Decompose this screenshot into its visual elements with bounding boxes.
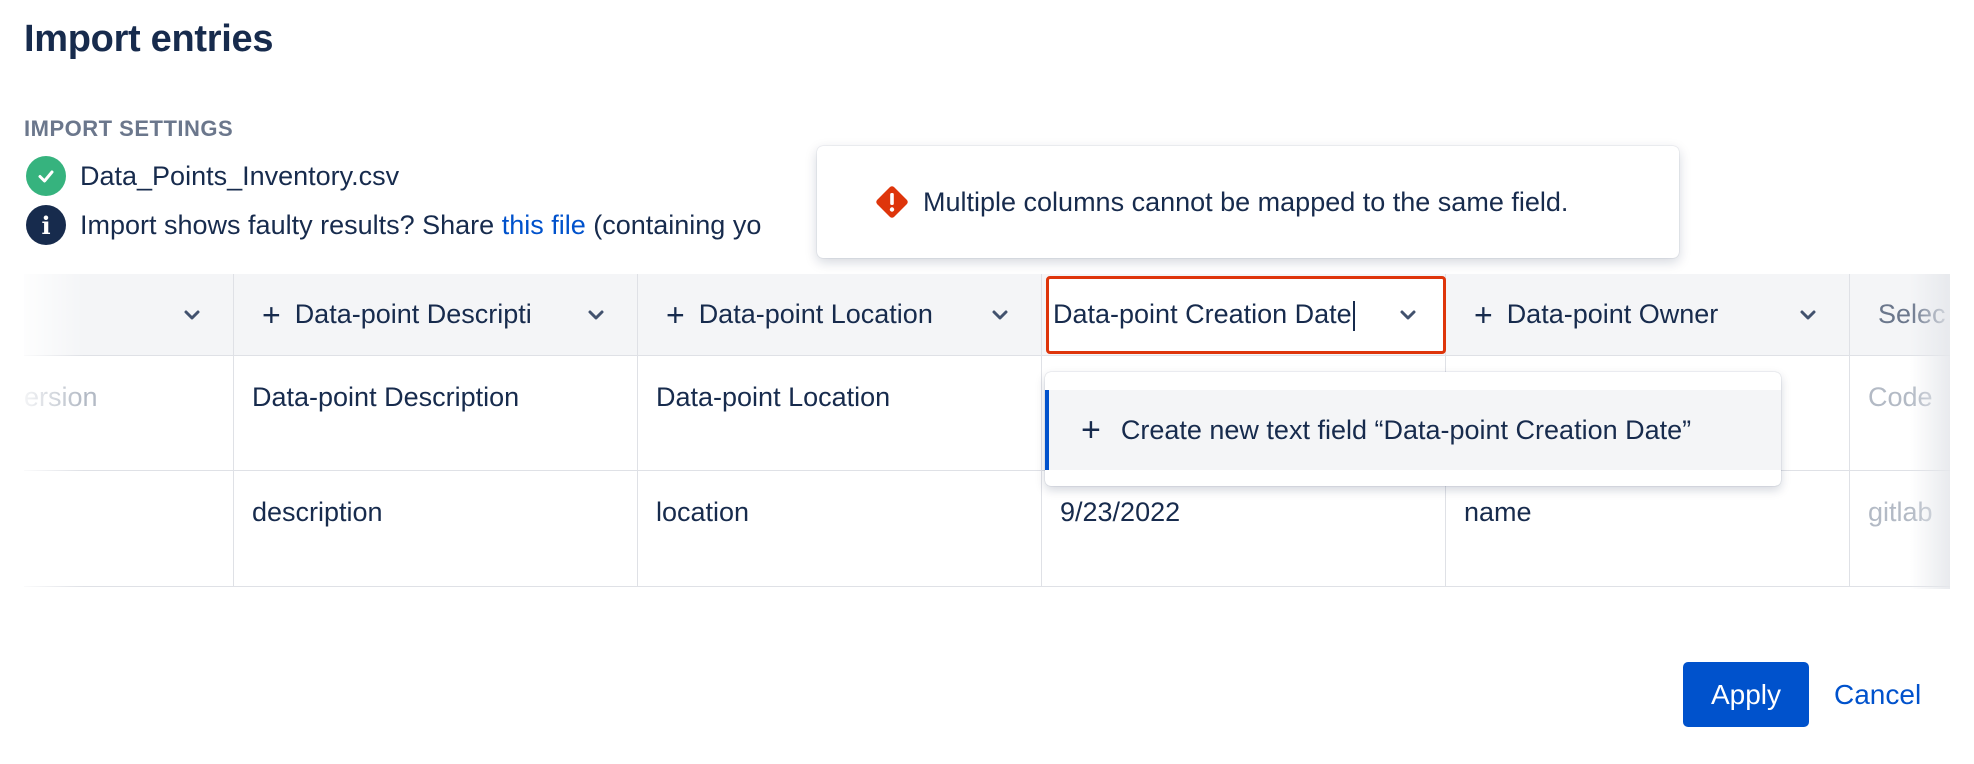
check-circle-icon	[26, 156, 66, 196]
text-cursor	[1352, 300, 1355, 331]
help-text-container: Import shows faulty results? Share this …	[80, 210, 880, 241]
column-header-select[interactable]: + Data-point Location	[638, 274, 1041, 356]
table-cell: 9/23/2022	[1042, 471, 1445, 587]
table-column: Selec Code gitlab	[1850, 274, 1950, 587]
create-field-label: Create new text field “Data-point Creati…	[1120, 414, 1692, 445]
cancel-button[interactable]: Cancel	[1834, 662, 1921, 727]
column-header-label: Data-point Owner	[1506, 299, 1719, 329]
plus-icon: +	[1474, 296, 1493, 333]
import-settings-label: IMPORT SETTINGS	[24, 116, 234, 141]
table-column: ersion	[24, 274, 234, 587]
column-header-select[interactable]	[24, 274, 233, 356]
field-select-value: Data-point Creation Date	[1053, 299, 1352, 330]
chevron-down-icon[interactable]	[983, 305, 1017, 325]
plus-icon: +	[666, 296, 685, 333]
column-header-select[interactable]: + Data-point Descripti	[234, 274, 637, 356]
chevron-down-icon[interactable]	[1791, 305, 1825, 325]
plus-icon: +	[1081, 411, 1101, 449]
table-column: + Data-point Location Data-point Locatio…	[638, 274, 1042, 587]
field-select-input[interactable]: Data-point Creation Date	[1053, 299, 1381, 331]
help-text-suffix: (containing yo	[585, 209, 762, 240]
column-header-select[interactable]: + Data-point Owner	[1446, 274, 1849, 356]
column-header-label: Data-point Location	[698, 299, 933, 329]
table-cell: name	[1446, 471, 1849, 587]
column-header-label: Data-point Descripti	[294, 299, 532, 329]
table-cell: Data-point Location	[638, 356, 1041, 471]
error-message: Multiple columns cannot be mapped to the…	[817, 146, 1679, 258]
apply-button[interactable]: Apply	[1683, 662, 1809, 727]
table-cell	[24, 471, 233, 587]
file-name: Data_Points_Inventory.csv	[80, 160, 400, 191]
chevron-down-icon[interactable]	[1391, 305, 1425, 325]
chevron-down-icon[interactable]	[175, 305, 209, 325]
error-diamond-icon	[876, 186, 908, 218]
info-icon: i	[26, 205, 66, 245]
table-cell: Code	[1850, 356, 1950, 471]
table-cell: Data-point Description	[234, 356, 637, 471]
help-row: i Import shows faulty results? Share thi…	[26, 205, 880, 245]
create-new-text-field-option[interactable]: + Create new text field “Data-point Crea…	[1045, 390, 1781, 470]
help-text-prefix: Import shows faulty results? Share	[80, 209, 502, 240]
page-title: Import entries	[24, 18, 274, 60]
table-cell: ersion	[24, 356, 233, 471]
table-cell: gitlab	[1850, 471, 1950, 587]
table-cell: location	[638, 471, 1041, 587]
chevron-down-icon[interactable]	[579, 305, 613, 325]
table-column: + Data-point Descripti Data-point Descri…	[234, 274, 638, 587]
this-file-link[interactable]: this file	[502, 210, 586, 240]
table-cell: description	[234, 471, 637, 587]
file-status-row: Data_Points_Inventory.csv	[26, 156, 399, 196]
error-text: Multiple columns cannot be mapped to the…	[923, 186, 1569, 217]
column-header-select[interactable]: Selec	[1850, 274, 1950, 356]
field-options-menu: + Create new text field “Data-point Crea…	[1045, 372, 1781, 486]
column-header-label: Selec	[1878, 299, 1946, 329]
creation-date-field-select[interactable]: Data-point Creation Date	[1046, 276, 1446, 354]
plus-icon: +	[262, 296, 281, 333]
